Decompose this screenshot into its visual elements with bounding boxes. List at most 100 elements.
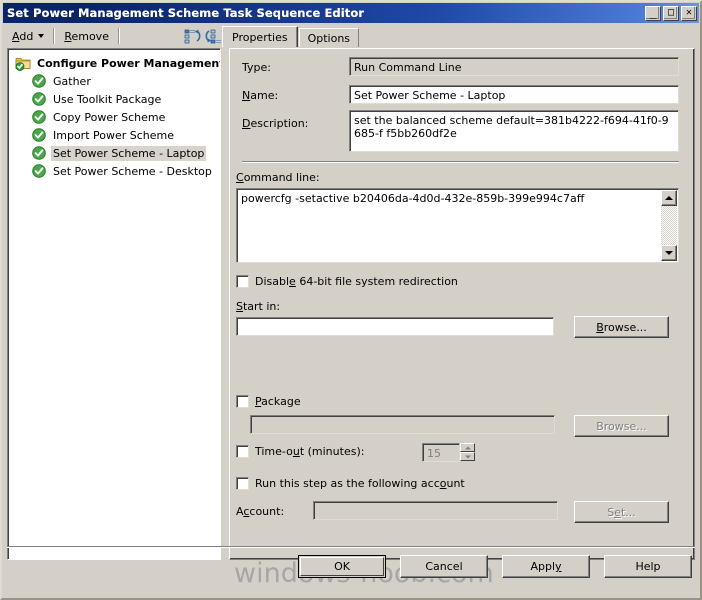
chevron-down-icon <box>38 34 45 38</box>
tree-item-label: Copy Power Scheme <box>53 110 166 124</box>
tree-item-set-power-scheme-laptop[interactable]: Set Power Scheme - Laptop <box>9 144 220 162</box>
tab-properties-label: Properties <box>232 30 288 44</box>
disable-redirection-label: Disable 64-bit file system redirection <box>255 275 458 288</box>
tree-item-label: Import Power Scheme <box>53 128 175 142</box>
close-button[interactable]: ✕ <box>681 5 697 21</box>
tree-item-label: Use Toolkit Package <box>53 92 162 106</box>
timeout-decrement-button[interactable] <box>460 452 475 461</box>
add-button[interactable]: Add <box>6 27 50 45</box>
tree-root-item[interactable]: Configure Power Management <box>9 54 220 72</box>
move-up-icon[interactable] <box>184 28 202 44</box>
minimize-button[interactable]: _ <box>645 4 661 21</box>
help-button[interactable]: Help <box>604 555 692 578</box>
window-body: Configure Power Management Gather Use To… <box>7 48 695 598</box>
footer-button-group: OK Cancel Apply Help <box>298 555 692 578</box>
name-value: Set Power Scheme - Laptop <box>350 86 678 103</box>
apply-button[interactable]: Apply <box>502 555 590 578</box>
dialog-footer: windows-noob.com OK Cancel Apply Help <box>2 544 700 598</box>
section-divider <box>242 161 679 163</box>
timeout-checkbox[interactable] <box>236 445 249 458</box>
properties-panel: Type: Run Command Line Name: Set Power S… <box>229 48 695 560</box>
maximize-button[interactable]: □ <box>663 5 679 21</box>
close-icon: ✕ <box>685 7 693 18</box>
account-field <box>313 501 558 520</box>
tree-item-use-toolkit-package[interactable]: Use Toolkit Package <box>9 90 220 108</box>
remove-button[interactable]: Remove <box>58 27 115 45</box>
description-field[interactable]: set the balanced scheme default=381b4222… <box>349 110 679 152</box>
run-as-label: Run this step as the following account <box>255 477 465 490</box>
move-down-icon[interactable] <box>204 28 222 44</box>
disable-redirection-checkbox[interactable] <box>236 275 249 288</box>
package-browse-label: Browse... <box>596 419 647 433</box>
tab-options[interactable]: Options <box>298 28 360 47</box>
toolbar-and-tabs: Add Remove Properties Options <box>2 23 700 47</box>
start-in-field[interactable] <box>236 317 554 336</box>
maximize-icon: □ <box>667 7 675 18</box>
ok-button-label: OK <box>334 560 350 573</box>
start-in-browse-label: Browse... <box>596 320 647 334</box>
task-sequence-editor-window: Set Power Management Scheme Task Sequenc… <box>0 0 702 600</box>
folder-checked-icon <box>15 55 31 71</box>
account-label: Account: <box>236 505 285 518</box>
run-as-checkbox[interactable] <box>236 477 249 490</box>
package-checkbox-row[interactable]: Package <box>236 395 301 408</box>
type-value: Run Command Line <box>350 58 678 75</box>
package-checkbox[interactable] <box>236 395 249 408</box>
cancel-button[interactable]: Cancel <box>400 555 488 578</box>
task-sequence-tree[interactable]: Configure Power Management Gather Use To… <box>7 48 221 560</box>
start-in-value <box>237 318 553 335</box>
tree-item-label: Gather <box>53 74 91 88</box>
type-field: Run Command Line <box>349 57 679 76</box>
package-browse-button: Browse... <box>574 415 669 437</box>
green-check-icon <box>31 73 47 89</box>
tree-item-label: Set Power Scheme - Desktop <box>53 164 212 178</box>
timeout-value: 15 <box>423 444 459 461</box>
command-line-value: powercfg -setactive b20406da-4d0d-432e-8… <box>237 189 678 262</box>
title-bar[interactable]: Set Power Management Scheme Task Sequenc… <box>3 3 699 23</box>
tree-item-import-power-scheme[interactable]: Import Power Scheme <box>9 126 220 144</box>
green-check-icon <box>31 127 47 143</box>
account-value <box>314 502 557 519</box>
package-label: Package <box>255 395 301 408</box>
ok-button[interactable]: OK <box>298 555 386 578</box>
disable-redirection-checkbox-row[interactable]: Disable 64-bit file system redirection <box>236 275 458 288</box>
scroll-down-button[interactable] <box>661 245 677 261</box>
tree-toolbar: Add Remove <box>6 25 222 47</box>
toolbar-separator-2 <box>117 28 120 44</box>
tree-item-copy-power-scheme[interactable]: Copy Power Scheme <box>9 108 220 126</box>
account-set-button: Set... <box>574 501 669 523</box>
command-line-label: Command line: <box>236 171 320 184</box>
package-field <box>250 415 555 434</box>
timeout-spin-buttons[interactable] <box>460 443 475 462</box>
timeout-value-field: 15 <box>422 443 460 462</box>
toolbar-separator <box>53 28 56 44</box>
start-in-label: Start in: <box>236 300 281 313</box>
timeout-checkbox-row[interactable]: Time-out (minutes): <box>236 445 364 458</box>
package-value <box>251 416 554 433</box>
command-line-scrollbar[interactable] <box>661 190 677 261</box>
name-field[interactable]: Set Power Scheme - Laptop <box>349 85 679 104</box>
tab-properties[interactable]: Properties <box>222 26 298 47</box>
name-label: Name: <box>242 89 279 102</box>
command-line-field[interactable]: powercfg -setactive b20406da-4d0d-432e-8… <box>236 188 679 263</box>
tree-item-set-power-scheme-desktop[interactable]: Set Power Scheme - Desktop <box>9 162 220 180</box>
scroll-up-button[interactable] <box>661 190 677 206</box>
description-label: Description: <box>242 117 309 130</box>
tree-root-label: Configure Power Management <box>37 56 221 70</box>
minimize-icon: _ <box>649 4 657 19</box>
window-title: Set Power Management Scheme Task Sequenc… <box>7 6 365 20</box>
run-as-checkbox-row[interactable]: Run this step as the following account <box>236 477 465 490</box>
tree-item-gather[interactable]: Gather <box>9 72 220 90</box>
green-check-icon <box>31 163 47 179</box>
timeout-spinner[interactable]: 15 <box>422 443 475 462</box>
timeout-label: Time-out (minutes): <box>255 445 365 458</box>
green-check-icon <box>31 91 47 107</box>
description-value: set the balanced scheme default=381b4222… <box>350 111 678 151</box>
start-in-browse-button[interactable]: Browse... <box>574 316 669 338</box>
type-label: Type: <box>242 61 271 74</box>
add-button-label: Add <box>12 29 34 43</box>
timeout-increment-button[interactable] <box>460 443 475 452</box>
tab-options-label: Options <box>307 31 351 45</box>
remove-button-label: Remove <box>64 29 109 43</box>
tree-item-label: Set Power Scheme - Laptop <box>51 145 207 161</box>
